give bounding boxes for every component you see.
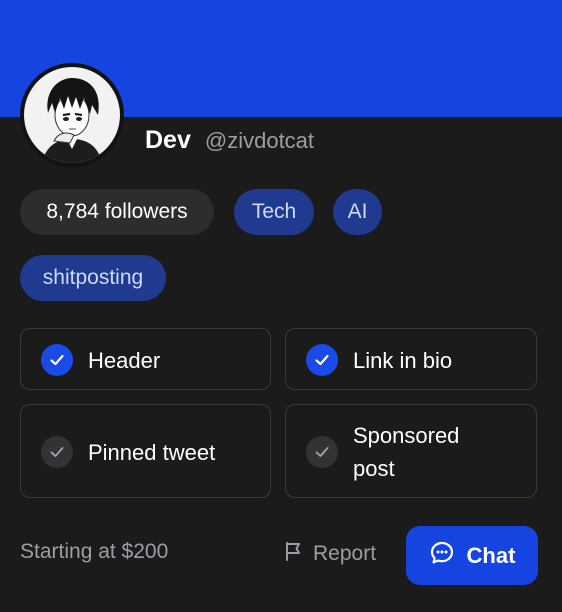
feature-pinned-tweet[interactable]: Pinned tweet bbox=[20, 404, 271, 498]
report-button[interactable]: Report bbox=[283, 540, 376, 568]
tag-shitposting[interactable]: shitposting bbox=[20, 255, 166, 301]
chat-label: Chat bbox=[466, 542, 516, 568]
chat-button[interactable]: Chat bbox=[406, 526, 538, 585]
check-icon bbox=[41, 436, 73, 468]
avatar-illustration bbox=[24, 67, 120, 163]
tag-ai[interactable]: AI bbox=[333, 189, 382, 235]
check-icon bbox=[41, 344, 73, 376]
feature-label: Pinned tweet bbox=[88, 440, 216, 465]
feature-label: Sponsored bbox=[353, 423, 460, 448]
report-label: Report bbox=[313, 542, 377, 565]
starting-price: Starting at $200 bbox=[20, 540, 169, 563]
feature-label-line2: post bbox=[353, 456, 395, 481]
check-icon bbox=[306, 344, 338, 376]
display-name[interactable]: Dev bbox=[145, 126, 191, 155]
avatar[interactable] bbox=[20, 63, 124, 167]
feature-label: Link in bio bbox=[353, 348, 453, 373]
followers-count: 8,784 followers bbox=[20, 189, 214, 235]
feature-header[interactable]: Header bbox=[20, 328, 271, 390]
tag-tech[interactable]: Tech bbox=[234, 189, 314, 235]
username-handle[interactable]: @zivdotcat bbox=[205, 128, 314, 154]
flag-icon bbox=[283, 540, 305, 568]
feature-link-in-bio[interactable]: Link in bio bbox=[285, 328, 537, 390]
name-row: Dev @zivdotcat bbox=[145, 126, 314, 160]
chat-bubble-icon bbox=[429, 540, 455, 572]
feature-sponsored-post[interactable]: Sponsored post bbox=[285, 404, 537, 498]
check-icon bbox=[306, 436, 338, 468]
feature-label: Header bbox=[88, 348, 161, 373]
